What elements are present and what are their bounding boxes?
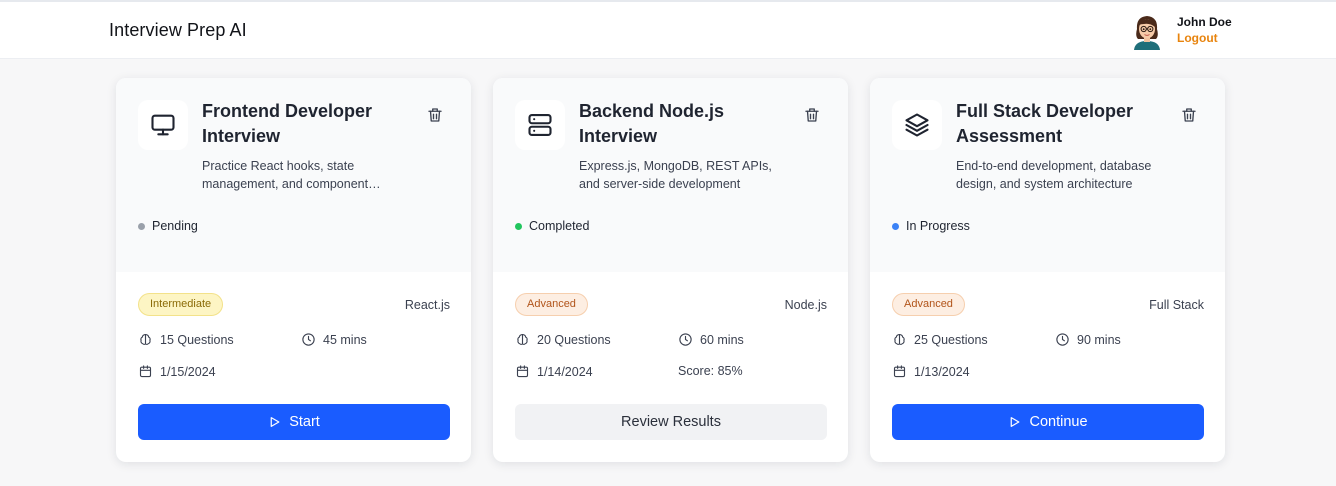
duration-label: 90 mins <box>1077 332 1121 347</box>
interview-card: Full Stack Developer Assessment End-to-e… <box>870 78 1225 462</box>
app-title[interactable]: Interview Prep AI <box>109 20 247 41</box>
difficulty-badge: Advanced <box>515 293 588 316</box>
calendar-icon <box>516 365 529 378</box>
questions-count: 25 Questions <box>892 332 988 347</box>
app-header: Interview Prep AI John Doe Logout <box>0 2 1336 59</box>
card-description: Express.js, MongoDB, REST APIs, and serv… <box>579 159 772 191</box>
duration: 60 mins <box>678 332 744 347</box>
status-label: Completed <box>529 219 590 233</box>
date-label: 1/13/2024 <box>914 364 970 379</box>
continue-button[interactable]: Continue <box>892 404 1204 440</box>
questions-label: 15 Questions <box>160 332 234 347</box>
status-indicator: Pending <box>138 219 198 233</box>
review-results-button[interactable]: Review Results <box>515 404 827 440</box>
server-icon <box>528 114 552 136</box>
play-icon <box>1011 417 1020 427</box>
card-title: Full Stack Developer Assessment <box>956 101 1134 146</box>
clock-icon <box>679 333 692 346</box>
card-description: End-to-end development, database design,… <box>956 159 1152 191</box>
date: 1/15/2024 <box>138 364 216 379</box>
duration-label: 60 mins <box>700 332 744 347</box>
calendar-icon <box>893 365 906 378</box>
status-label: Pending <box>152 219 198 233</box>
avatar[interactable] <box>1128 12 1166 50</box>
score: Score: 85% <box>678 364 743 378</box>
card-title: Backend Node.js Interview <box>579 101 725 146</box>
monitor-icon <box>151 114 175 136</box>
status-dot <box>138 222 145 230</box>
questions-label: 25 Questions <box>914 332 988 347</box>
duration: 90 mins <box>1055 332 1121 347</box>
date-label: 1/14/2024 <box>537 364 593 379</box>
questions-label: 20 Questions <box>537 332 611 347</box>
brain-icon <box>517 333 528 345</box>
tech-label: Node.js <box>784 298 827 312</box>
layers-icon <box>905 113 929 137</box>
questions-count: 15 Questions <box>138 332 234 347</box>
status-dot <box>892 222 899 230</box>
card-icon-box <box>892 100 942 150</box>
brain-icon <box>140 333 151 345</box>
delete-icon[interactable] <box>1180 106 1198 124</box>
logout-link[interactable]: Logout <box>1177 31 1218 45</box>
user-menu: John Doe Logout <box>1128 12 1268 52</box>
card-icon-box <box>515 100 565 150</box>
clock-icon <box>1056 333 1069 346</box>
status-dot <box>515 222 522 230</box>
tech-label: React.js <box>404 298 450 312</box>
card-title: Frontend Developer Interview <box>202 101 373 146</box>
duration: 45 mins <box>301 332 367 347</box>
difficulty-badge: Intermediate <box>138 293 224 316</box>
card-description: Practice React hooks, state management, … <box>202 159 381 191</box>
clock-icon <box>302 333 315 346</box>
status-indicator: In Progress <box>892 219 970 233</box>
status-indicator: Completed <box>515 219 589 233</box>
difficulty-badge: Advanced <box>892 293 965 316</box>
brain-icon <box>894 333 905 345</box>
duration-label: 45 mins <box>323 332 367 347</box>
delete-icon[interactable] <box>426 106 444 124</box>
card-icon-box <box>138 100 188 150</box>
date-label: 1/15/2024 <box>160 364 216 379</box>
button-label: Continue <box>1029 414 1088 430</box>
button-label: Start <box>289 414 320 430</box>
status-label: In Progress <box>906 219 970 233</box>
interview-card: Backend Node.js Interview Express.js, Mo… <box>493 78 848 462</box>
calendar-icon <box>139 365 152 378</box>
play-icon <box>270 417 280 427</box>
questions-count: 20 Questions <box>515 332 611 347</box>
interview-card: Frontend Developer Interview Practice Re… <box>116 78 471 462</box>
delete-icon[interactable] <box>803 106 821 124</box>
start-button[interactable]: Start <box>138 404 450 440</box>
user-name: John Doe <box>1177 15 1232 29</box>
tech-label: Full Stack <box>1149 298 1204 312</box>
date: 1/13/2024 <box>892 364 970 379</box>
date: 1/14/2024 <box>515 364 593 379</box>
